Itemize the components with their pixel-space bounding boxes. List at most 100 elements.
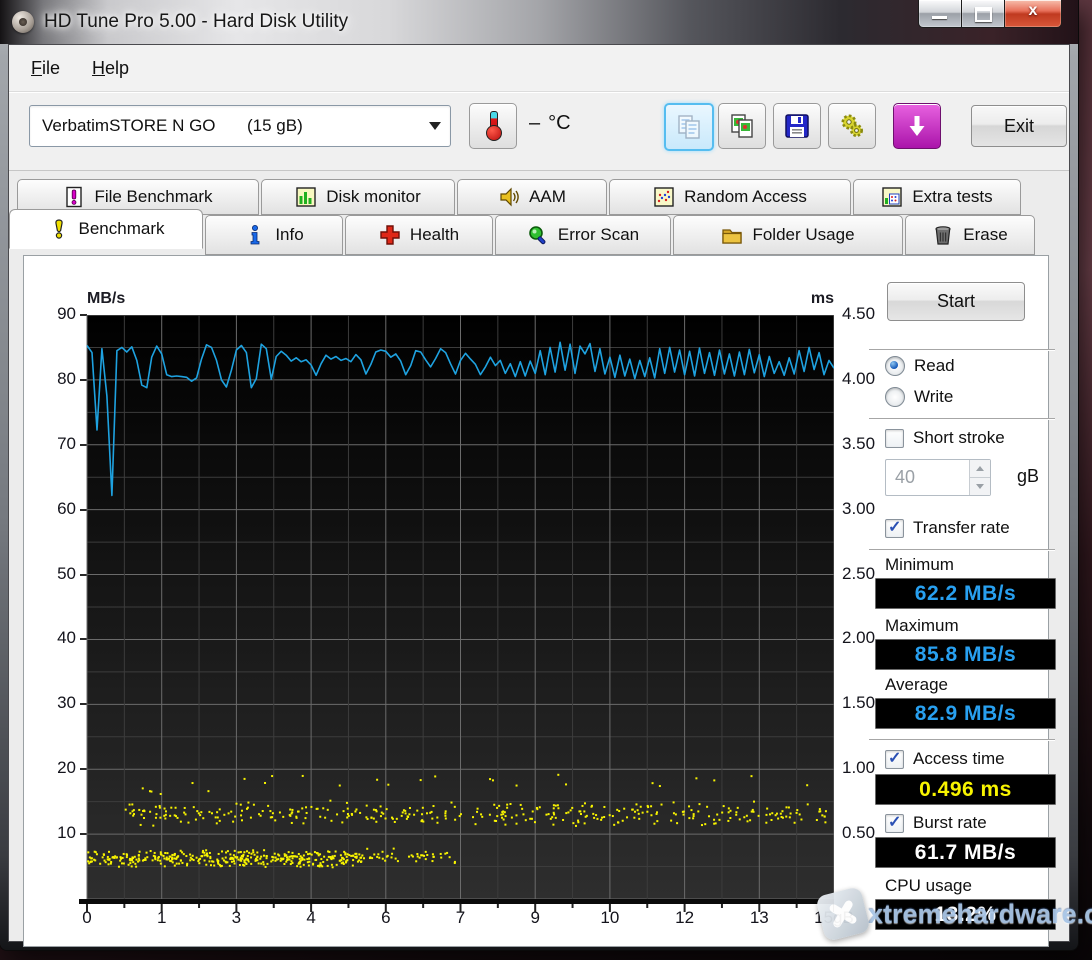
tab-health[interactable]: Health	[345, 215, 493, 255]
stroke-size-spinner[interactable]: 40	[885, 459, 991, 496]
toolbar: VerbatimSTORE N GO (15 gB) – °C	[9, 92, 1069, 171]
write-radio-row[interactable]: Write	[885, 387, 953, 407]
menu-file[interactable]: File	[15, 54, 76, 83]
tab-strip: File Benchmark Disk monitor AAM Random A…	[9, 171, 1069, 255]
separator	[869, 349, 1055, 351]
spinner-down-button[interactable]	[970, 478, 990, 495]
y-axis-label-left: 40	[40, 628, 76, 648]
red-cross-icon	[379, 224, 401, 246]
drive-select[interactable]: VerbatimSTORE N GO (15 gB)	[29, 105, 451, 147]
read-label: Read	[914, 356, 955, 376]
temperature-reading: – °C	[529, 112, 571, 135]
bar-chart-icon	[295, 186, 317, 208]
update-button[interactable]	[893, 103, 941, 149]
short-stroke-row[interactable]: Short stroke	[885, 428, 1005, 448]
benchmark-panel: MB/s ms 9080706050403020104.504.003.503.…	[23, 255, 1049, 947]
exit-label: Exit	[1004, 116, 1034, 137]
exclamation-icon	[48, 218, 70, 240]
save-button[interactable]	[773, 103, 821, 149]
window-controls: x	[918, 0, 1062, 28]
tab-random-access[interactable]: Random Access	[609, 179, 851, 215]
y-axis-label-left: 20	[40, 758, 76, 778]
tab-label: Extra tests	[912, 187, 992, 207]
minimize-button[interactable]	[918, 0, 961, 28]
exit-button[interactable]: Exit	[971, 105, 1067, 147]
average-label: Average	[885, 675, 948, 695]
y-axis-label-right: 2.00	[842, 628, 875, 648]
app-icon	[12, 11, 34, 33]
minimize-icon	[932, 16, 947, 19]
info-icon	[244, 224, 266, 246]
cpu-usage-value: 13.2%	[875, 899, 1056, 930]
separator	[869, 549, 1055, 551]
close-button[interactable]: x	[1004, 0, 1062, 28]
temperature-unit: °C	[548, 112, 570, 135]
write-radio[interactable]	[885, 387, 905, 407]
burst-rate-checkbox[interactable]	[885, 814, 904, 833]
y-axis-label-left: 70	[40, 434, 76, 454]
transfer-rate-checkbox[interactable]	[885, 519, 904, 538]
benchmark-chart	[79, 315, 834, 915]
menu-help[interactable]: Help	[76, 54, 145, 83]
y-axis-label-left: 90	[40, 304, 76, 324]
separator	[869, 739, 1055, 741]
temperature-button[interactable]	[469, 103, 517, 149]
titlebar[interactable]: HD Tune Pro 5.00 - Hard Disk Utility x	[0, 0, 1078, 44]
tab-error-scan[interactable]: Error Scan	[495, 215, 671, 255]
tab-erase[interactable]: Erase	[905, 215, 1035, 255]
average-value: 82.9 MB/s	[875, 698, 1056, 729]
spinner-up-button[interactable]	[970, 460, 990, 478]
y-axis-label-right: 0.50	[842, 823, 875, 843]
stroke-size-unit: gB	[1017, 466, 1039, 487]
access-time-value: 0.496 ms	[875, 774, 1056, 805]
tab-label: Benchmark	[79, 219, 165, 239]
speaker-icon	[498, 186, 520, 208]
start-button[interactable]: Start	[887, 282, 1025, 321]
burst-rate-row[interactable]: Burst rate	[885, 813, 987, 833]
tab-label: AAM	[529, 187, 566, 207]
y-axis-label-left: 10	[40, 823, 76, 843]
write-label: Write	[914, 387, 953, 407]
access-time-row[interactable]: Access time	[885, 749, 1005, 769]
window-title: HD Tune Pro 5.00 - Hard Disk Utility	[44, 11, 348, 33]
spinner-down-icon	[976, 484, 984, 489]
tab-benchmark[interactable]: Benchmark	[9, 209, 203, 249]
tab-label: Disk monitor	[326, 187, 420, 207]
tab-label: Folder Usage	[752, 225, 854, 245]
short-stroke-checkbox[interactable]	[885, 429, 904, 448]
options-button[interactable]	[828, 103, 876, 149]
access-time-checkbox[interactable]	[885, 750, 904, 769]
copy-text-icon	[675, 113, 703, 141]
tab-aam[interactable]: AAM	[457, 179, 607, 215]
read-radio-row[interactable]: Read	[885, 356, 955, 376]
start-label: Start	[937, 291, 975, 312]
y-axis-label-right: 4.50	[842, 304, 875, 324]
client-area: File Help VerbatimSTORE N GO (15 gB) – °…	[8, 44, 1070, 942]
cpu-usage-label: CPU usage	[885, 876, 972, 896]
stroke-size-value: 40	[886, 460, 969, 495]
maximize-button[interactable]	[961, 0, 1004, 28]
right-axis-unit: ms	[792, 290, 834, 308]
maximize-icon	[975, 7, 992, 22]
mini-table-icon	[881, 186, 903, 208]
scatter-dots-icon	[653, 186, 675, 208]
transfer-rate-row[interactable]: Transfer rate	[885, 518, 1010, 538]
app-window: HD Tune Pro 5.00 - Hard Disk Utility x F…	[0, 0, 1078, 950]
spinner-up-icon	[976, 466, 984, 471]
tab-label: Error Scan	[558, 225, 639, 245]
minimum-value: 62.2 MB/s	[875, 578, 1056, 609]
transfer-rate-label: Transfer rate	[913, 518, 1010, 538]
save-icon	[783, 112, 811, 140]
tab-folder-usage[interactable]: Folder Usage	[673, 215, 903, 255]
close-icon: x	[1005, 2, 1061, 20]
separator	[869, 418, 1055, 420]
copy-screenshot-button[interactable]	[718, 103, 766, 149]
tab-disk-monitor[interactable]: Disk monitor	[261, 179, 455, 215]
magnifier-icon	[527, 224, 549, 246]
tab-extra-tests[interactable]: Extra tests	[853, 179, 1021, 215]
y-axis-label-left: 80	[40, 369, 76, 389]
trash-icon	[932, 224, 954, 246]
tab-info[interactable]: Info	[205, 215, 343, 255]
read-radio[interactable]	[885, 356, 905, 376]
copy-text-button[interactable]	[664, 103, 714, 151]
